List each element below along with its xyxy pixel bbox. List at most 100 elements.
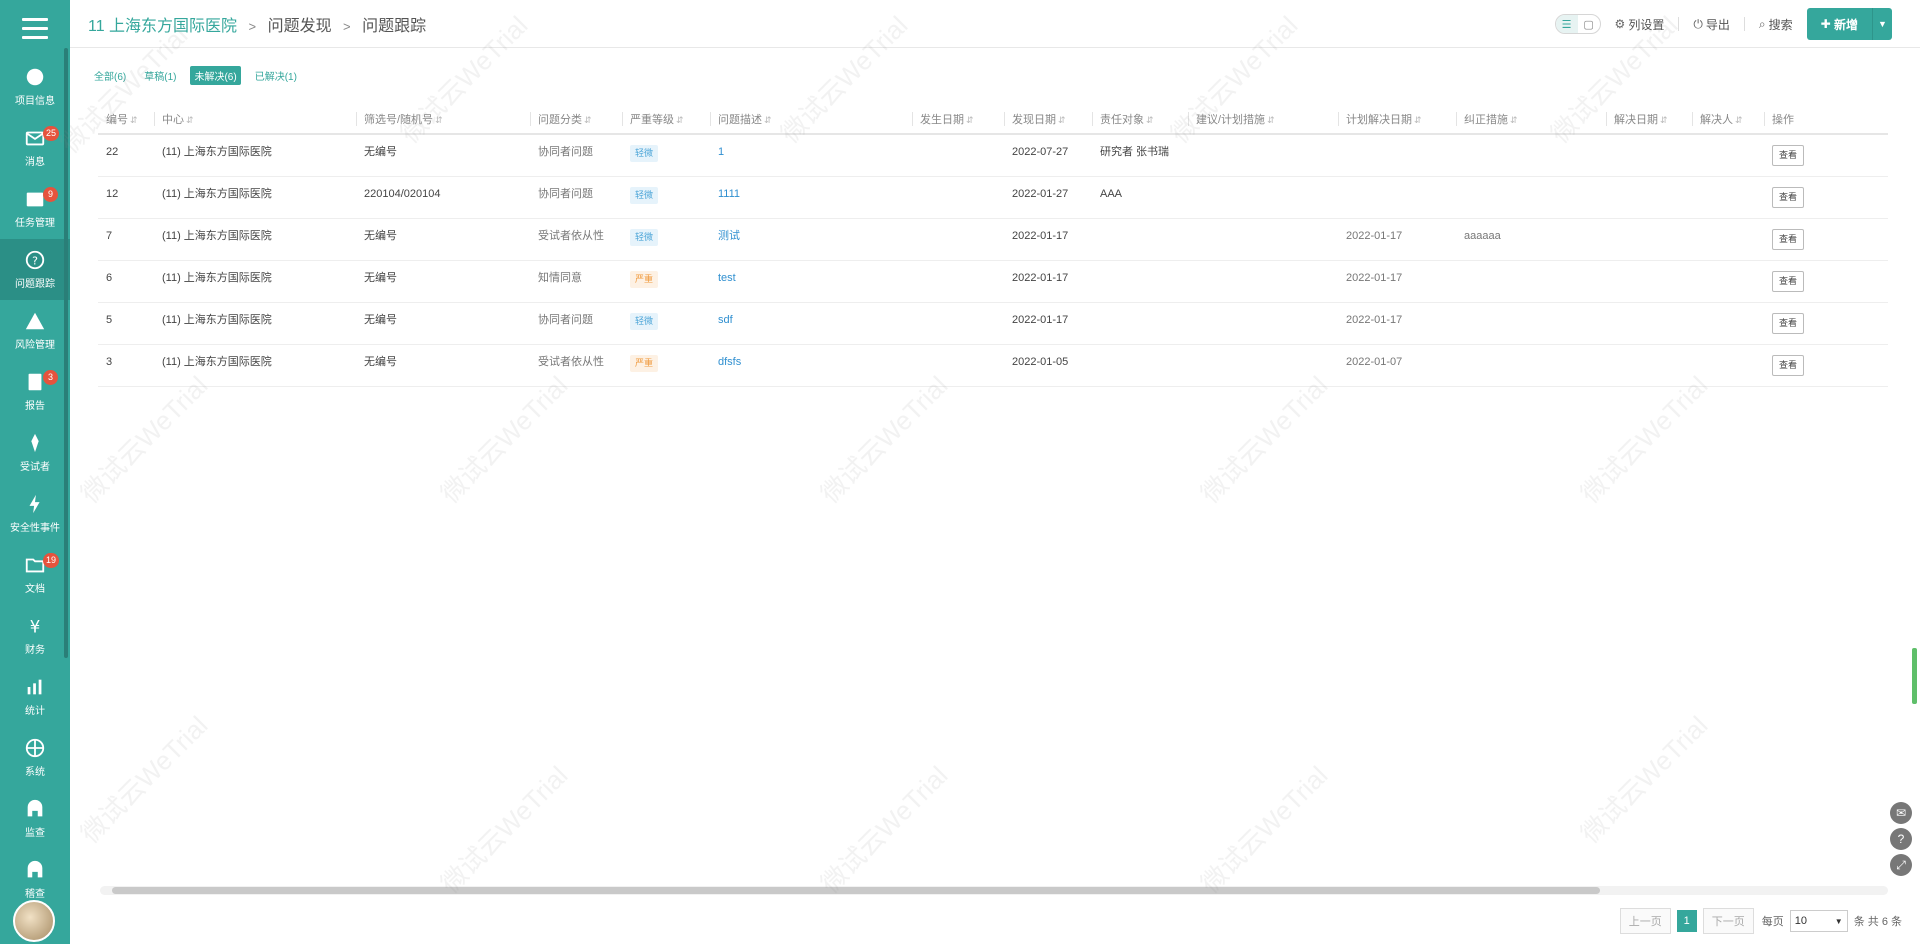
menu-toggle-button[interactable] xyxy=(0,0,70,56)
view-button[interactable]: 查看 xyxy=(1772,313,1805,334)
view-button[interactable]: 查看 xyxy=(1772,355,1805,376)
sort-icon[interactable]: ⇵ xyxy=(1414,115,1422,125)
sidebar-item-10[interactable]: 统计 xyxy=(0,666,70,727)
chevron-down-icon[interactable]: ▼ xyxy=(1872,8,1892,40)
sidebar-item-5[interactable]: 报告 3 xyxy=(0,361,70,422)
column-header[interactable]: 问题分类 ⇵ xyxy=(530,104,622,135)
column-header[interactable]: 问题描述 ⇵ xyxy=(710,104,912,135)
sidebar-item-0[interactable]: 项目信息 xyxy=(0,56,70,117)
status-filter-tabs: 全部(6) 草稿(1) 未解决(6) 已解决(1) xyxy=(90,66,311,85)
search-button[interactable]: ⌕ 搜索 xyxy=(1759,16,1793,33)
sort-icon[interactable]: ⇵ xyxy=(1735,115,1743,125)
sidebar-item-label: 项目信息 xyxy=(15,96,55,107)
sort-icon[interactable]: ⇵ xyxy=(1146,115,1154,125)
cell-plan_date: 2022-01-17 xyxy=(1338,218,1456,261)
sidebar-item-6[interactable]: 受试者 xyxy=(0,422,70,483)
sort-icon[interactable]: ⇵ xyxy=(130,115,138,125)
table-body: 22 (11) 上海东方国际医院 无编号 协同者问题 轻微 1 2022-07-27 研究者 … xyxy=(98,134,1888,387)
sidebar-item-9[interactable]: ¥ 财务 xyxy=(0,605,70,666)
sort-icon[interactable]: ⇵ xyxy=(1267,115,1275,125)
table-row[interactable]: 6 (11) 上海东方国际医院 无编号 知情同意 严重 test 2022-01-17 202… xyxy=(98,260,1888,303)
sort-icon[interactable]: ⇵ xyxy=(676,115,684,125)
sidebar-item-4[interactable]: 风险管理 xyxy=(0,300,70,361)
column-header[interactable]: 严重等级 ⇵ xyxy=(622,104,710,135)
column-settings-button[interactable]: ⚙ 列设置 xyxy=(1615,16,1665,33)
column-header[interactable]: 计划解决日期 ⇵ xyxy=(1338,104,1456,135)
card-view-icon[interactable]: ▢ xyxy=(1578,15,1600,33)
column-header[interactable]: 编号 ⇵ xyxy=(98,104,154,135)
sidebar-item-label: 监查 xyxy=(25,828,45,839)
column-header[interactable]: 责任对象 ⇵ xyxy=(1092,104,1188,135)
new-issue-button[interactable]: ✚ 新增 ▼ xyxy=(1806,8,1892,40)
cell-solver xyxy=(1692,260,1764,303)
sidebar-scrollbar[interactable] xyxy=(64,48,68,658)
column-header[interactable]: 中心 ⇵ xyxy=(154,104,356,135)
column-header[interactable]: 建议/计划措施 ⇵ xyxy=(1188,104,1338,135)
issue-table: 编号 ⇵ 中心 ⇵ 筛选号/随机号 ⇵ 问题分类 ⇵ 严重等级 ⇵ 问题描述 ⇵ 发生日期 ⇵ 发现日期 ⇵ 责… xyxy=(98,104,1888,387)
column-header[interactable]: 解决日期 ⇵ xyxy=(1606,104,1692,135)
page-number-current[interactable]: 1 xyxy=(1676,910,1697,932)
sort-icon[interactable]: ⇵ xyxy=(186,115,194,125)
table-row[interactable]: 3 (11) 上海东方国际医院 无编号 受试者依从性 严重 dfsfs 2022-01-05… xyxy=(98,344,1888,387)
export-button[interactable]: ⏻ 导出 xyxy=(1693,16,1730,33)
avatar[interactable] xyxy=(13,900,55,942)
issue-description-link[interactable]: 测试 xyxy=(718,230,740,242)
column-header[interactable]: 发生日期 ⇵ xyxy=(912,104,1004,135)
view-toggle[interactable]: ☰ ▢ xyxy=(1554,14,1601,34)
sort-icon[interactable]: ⇵ xyxy=(435,115,443,125)
table-row[interactable]: 12 (11) 上海东方国际医院 220104/020104 协同者问题 轻微 1111 2… xyxy=(98,176,1888,219)
fullscreen-icon[interactable]: ⤢ xyxy=(1890,854,1912,876)
column-header[interactable]: 解决人 ⇵ xyxy=(1692,104,1764,135)
table-row[interactable]: 22 (11) 上海东方国际医院 无编号 协同者问题 轻微 1 2022-07-27 研究者 … xyxy=(98,134,1888,177)
svg-text:¥: ¥ xyxy=(30,617,41,636)
cell-solve_date xyxy=(1606,344,1692,387)
sidebar-item-2[interactable]: 任务管理 9 xyxy=(0,178,70,239)
issue-description-link[interactable]: 1 xyxy=(718,146,724,158)
issue-description-link[interactable]: 1111 xyxy=(718,188,740,200)
list-view-icon[interactable]: ☰ xyxy=(1555,15,1578,33)
per-page-select[interactable]: 10 ▼ xyxy=(1789,910,1848,932)
cell-id: 7 xyxy=(98,218,154,261)
severity-tag: 轻微 xyxy=(630,313,659,330)
sort-icon[interactable]: ⇵ xyxy=(966,115,974,125)
view-button[interactable]: 查看 xyxy=(1772,271,1805,292)
breadcrumb-root[interactable]: 11 上海东方国际医院 xyxy=(88,18,237,35)
view-button[interactable]: 查看 xyxy=(1772,187,1805,208)
column-header[interactable]: 纠正措施 ⇵ xyxy=(1456,104,1606,135)
sort-icon[interactable]: ⇵ xyxy=(1660,115,1668,125)
view-button[interactable]: 查看 xyxy=(1772,145,1805,166)
cell-found: 2022-01-17 xyxy=(1004,302,1092,345)
next-page-button[interactable]: 下一页 xyxy=(1702,908,1754,934)
column-header[interactable]: 发现日期 ⇵ xyxy=(1004,104,1092,135)
sidebar-item-1[interactable]: 消息 25 xyxy=(0,117,70,178)
help-icon[interactable]: ? xyxy=(1890,828,1912,850)
breadcrumb-level1[interactable]: 问题发现 xyxy=(268,18,332,35)
column-header[interactable]: 筛选号/随机号 ⇵ xyxy=(356,104,530,135)
prev-page-button[interactable]: 上一页 xyxy=(1619,908,1671,934)
sort-icon[interactable]: ⇵ xyxy=(764,115,772,125)
issue-description-link[interactable]: test xyxy=(718,272,736,284)
table-row[interactable]: 7 (11) 上海东方国际医院 无编号 受试者依从性 轻微 测试 2022-01-17 202… xyxy=(98,218,1888,261)
scrollbar-thumb[interactable] xyxy=(112,887,1600,894)
sidebar-item-8[interactable]: 文档 19 xyxy=(0,544,70,605)
filter-tab-2[interactable]: 未解决(6) xyxy=(190,66,241,85)
sort-icon[interactable]: ⇵ xyxy=(584,115,592,125)
filter-tab-0[interactable]: 全部(6) xyxy=(90,66,130,85)
view-button[interactable]: 查看 xyxy=(1772,229,1805,250)
issue-description-link[interactable]: dfsfs xyxy=(718,356,741,368)
sort-icon[interactable]: ⇵ xyxy=(1510,115,1518,125)
filter-tab-3[interactable]: 已解决(1) xyxy=(251,66,301,85)
table-row[interactable]: 5 (11) 上海东方国际医院 无编号 协同者问题 轻微 sdf 2022-01-17 202… xyxy=(98,302,1888,345)
sidebar-item-12[interactable]: 监查 xyxy=(0,788,70,849)
issue-description-link[interactable]: sdf xyxy=(718,314,733,326)
sort-icon[interactable]: ⇵ xyxy=(1058,115,1066,125)
horizontal-scrollbar[interactable] xyxy=(100,886,1888,895)
sidebar-item-11[interactable]: 系统 xyxy=(0,727,70,788)
column-header[interactable]: 操作 xyxy=(1764,104,1888,135)
cell-screen_no: 无编号 xyxy=(356,344,530,387)
cell-center: (11) 上海东方国际医院 xyxy=(154,260,356,303)
chat-icon[interactable]: ✉ xyxy=(1890,802,1912,824)
sidebar-item-7[interactable]: 安全性事件 xyxy=(0,483,70,544)
sidebar-item-3[interactable]: ? 问题跟踪 xyxy=(0,239,70,300)
filter-tab-1[interactable]: 草稿(1) xyxy=(140,66,180,85)
